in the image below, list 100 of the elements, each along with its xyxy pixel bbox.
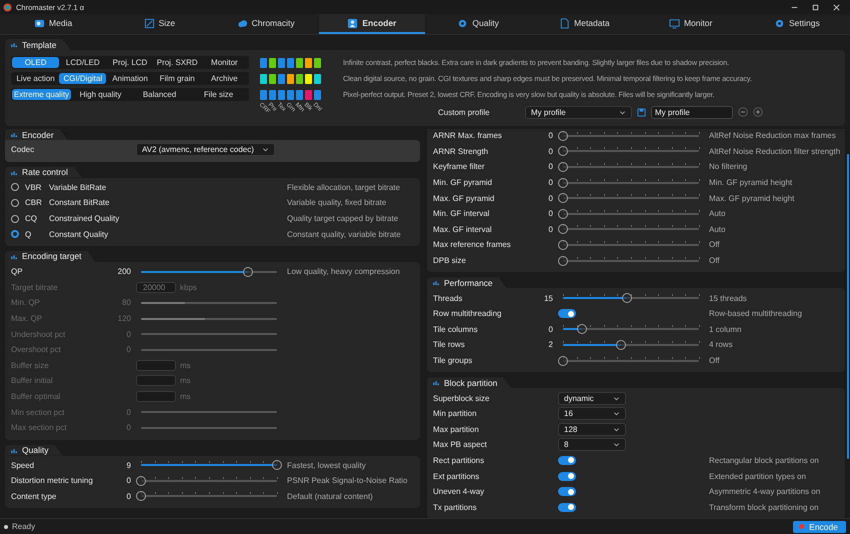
unit-label: ms	[180, 392, 191, 402]
crop-icon	[144, 18, 155, 28]
tab[interactable]: Settings	[744, 14, 850, 34]
tab[interactable]: Size	[106, 14, 212, 34]
setting-label: Tile groups	[433, 356, 474, 366]
slider-thumb[interactable]	[243, 266, 254, 277]
radio-button[interactable]	[11, 230, 19, 238]
radio-label[interactable]: Constrained Quality	[49, 214, 120, 224]
preset-option[interactable]: OLED	[12, 57, 60, 68]
radio-label[interactable]: Constant BitRate	[49, 198, 110, 208]
preset-option[interactable]: File size	[189, 89, 248, 100]
slider-thumb[interactable]	[558, 130, 568, 141]
slider-thumb[interactable]	[622, 293, 632, 304]
bar-chart-icon	[11, 131, 18, 138]
preset-option[interactable]: High quality	[71, 89, 130, 100]
slider-thumb[interactable]	[558, 208, 568, 219]
preset-option[interactable]: CGI/Digital	[59, 73, 106, 84]
slider-value: 0	[126, 330, 131, 339]
tab[interactable]: Media	[0, 14, 106, 34]
encode-button[interactable]: Encode	[793, 520, 846, 532]
setting-description: Off	[709, 240, 720, 250]
dropdown[interactable]: 16	[558, 407, 626, 420]
profile-name-field[interactable]: My profile	[651, 106, 733, 118]
radio-button[interactable]	[11, 214, 19, 223]
tab[interactable]: Chromacity	[212, 14, 319, 34]
setting-description: Default (natural content)	[287, 492, 373, 501]
close-icon[interactable]	[832, 2, 841, 12]
setting-label: ARNR Max. frames	[433, 131, 503, 140]
tab[interactable]: Monitor	[638, 14, 744, 34]
preset-option[interactable]: Proj. LCD	[106, 57, 154, 68]
radio-button[interactable]	[11, 183, 19, 192]
setting-description: Auto	[709, 224, 726, 234]
preset-option[interactable]: Archive	[200, 73, 248, 84]
radio-button[interactable]	[11, 198, 19, 207]
slider-thumb[interactable]	[558, 240, 568, 250]
radio-label[interactable]: Constant Quality	[49, 230, 108, 239]
slider-value: 0	[126, 423, 131, 432]
toggle-switch[interactable]	[558, 472, 576, 481]
slider-thumb[interactable]	[558, 193, 568, 204]
setting-description: Max. GF pyramid height	[709, 194, 794, 203]
maximize-icon[interactable]	[811, 2, 820, 12]
slider-thumb[interactable]	[558, 162, 568, 172]
section-title: Performance	[444, 278, 493, 288]
field-label: Custom profile	[438, 108, 491, 116]
bar-chart-icon	[433, 279, 440, 286]
dropdown[interactable]: AV2 (avmenc, reference codec)	[136, 143, 275, 156]
setting-label: DPB size	[433, 256, 467, 266]
preset-option[interactable]: Monitor	[200, 57, 248, 68]
tab[interactable]: Quality	[425, 14, 532, 34]
setting-label: Undershoot pct	[11, 330, 66, 339]
slider-value: 0	[548, 324, 553, 334]
save-icon[interactable]	[637, 108, 646, 116]
setting-description: Rectangular block partitions on	[709, 456, 819, 465]
slider-thumb[interactable]	[616, 340, 626, 350]
toggle-switch[interactable]	[558, 309, 576, 318]
toggle-switch[interactable]	[558, 487, 576, 496]
setting-label: Max reference frames	[433, 240, 512, 250]
unit-label: ms	[180, 376, 191, 386]
profile-select[interactable]: My profile	[525, 106, 632, 118]
bar-chart-icon	[11, 41, 18, 48]
tab[interactable]: Encoder	[318, 14, 425, 34]
slider-thumb[interactable]	[272, 460, 282, 470]
minus-icon[interactable]	[738, 107, 748, 117]
preset-option[interactable]: Balanced	[130, 89, 189, 100]
slider-thumb[interactable]	[558, 224, 568, 234]
preset-option[interactable]: Extreme quality	[12, 89, 71, 100]
preset-option[interactable]: Film grain	[154, 73, 201, 84]
slider-thumb[interactable]	[558, 146, 568, 156]
scrollbar-thumb[interactable]	[847, 154, 849, 459]
slider-value: 9	[126, 460, 131, 470]
preset-option[interactable]: Proj. SXRD	[154, 57, 201, 68]
plus-icon[interactable]	[753, 107, 763, 117]
slider-value: 200	[118, 267, 131, 276]
dropdown[interactable]: 8	[558, 438, 626, 452]
slider-thumb[interactable]	[577, 324, 588, 334]
preset-option[interactable]: Animation	[106, 73, 154, 84]
slider-value: 2	[548, 340, 553, 350]
slider-value: 0	[548, 209, 553, 218]
slider-thumb[interactable]	[136, 491, 146, 502]
setting-description: PSNR Peak Signal-to-Noise Ratio	[287, 476, 408, 486]
tab[interactable]: Metadata	[531, 14, 638, 34]
setting-label: Max partition	[433, 424, 480, 434]
slider-value: 0	[126, 476, 131, 486]
slider-thumb[interactable]	[558, 356, 568, 366]
radio-label[interactable]: Variable BitRate	[49, 182, 106, 192]
option-note: Constant quality, variable bitrate	[287, 230, 402, 239]
toggle-switch[interactable]	[558, 502, 576, 512]
slider-value: 0	[548, 194, 553, 203]
setting-description: Auto	[709, 209, 726, 218]
dropdown[interactable]: dynamic	[558, 392, 626, 405]
slider-thumb[interactable]	[558, 178, 568, 188]
toggle-switch[interactable]	[558, 456, 576, 465]
preset-option[interactable]: Live action	[12, 73, 60, 84]
setting-label: Max section pct	[11, 423, 68, 432]
preset-option[interactable]: LCD/LED	[59, 57, 106, 68]
slider-thumb[interactable]	[558, 256, 568, 266]
dropdown[interactable]: 128	[558, 422, 626, 436]
setting-description: Transform block partitioning on	[709, 502, 819, 512]
slider-thumb[interactable]	[136, 476, 146, 486]
document-icon	[559, 18, 570, 28]
